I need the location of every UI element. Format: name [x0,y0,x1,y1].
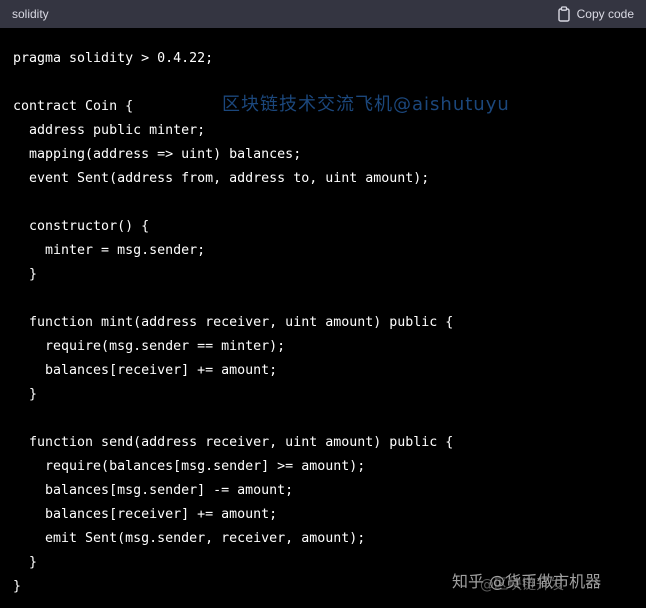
code-line: balances[msg.sender] -= amount; [13,483,294,498]
code-line: } [13,267,38,282]
code-line: require(balances[msg.sender] >= amount); [13,459,366,474]
watermark-overlay: @区块链开发 [480,577,564,593]
code-content[interactable]: pragma solidity > 0.4.22; contract Coin {… [13,47,453,599]
code-line: balances[receiver] += amount; [13,507,278,522]
code-line: constructor() { [13,219,150,234]
watermark-text: 区块链技术交流飞机@aishutuyu [222,94,510,115]
code-line: } [13,387,38,402]
code-line: } [13,555,38,570]
code-line: event Sent(address from, address to, uin… [13,171,430,186]
copy-code-button[interactable]: Copy code [557,6,634,22]
code-line: require(msg.sender == minter); [13,339,286,354]
code-line: minter = msg.sender; [13,243,206,258]
clipboard-icon [557,6,571,22]
code-header: solidity Copy code [0,0,646,28]
code-line: mapping(address => uint) balances; [13,147,302,162]
code-line: function send(address receiver, uint amo… [13,435,454,450]
code-block: solidity Copy code pragma solidity > 0.4… [0,0,646,608]
code-line: function mint(address receiver, uint amo… [13,315,454,330]
code-line: address public minter; [13,123,206,138]
language-label: solidity [12,7,49,21]
code-line: pragma solidity > 0.4.22; [13,51,214,66]
code-line: balances[receiver] += amount; [13,363,278,378]
code-line: } [13,579,22,594]
code-line: emit Sent(msg.sender, receiver, amount); [13,531,366,546]
copy-code-label: Copy code [576,7,634,21]
